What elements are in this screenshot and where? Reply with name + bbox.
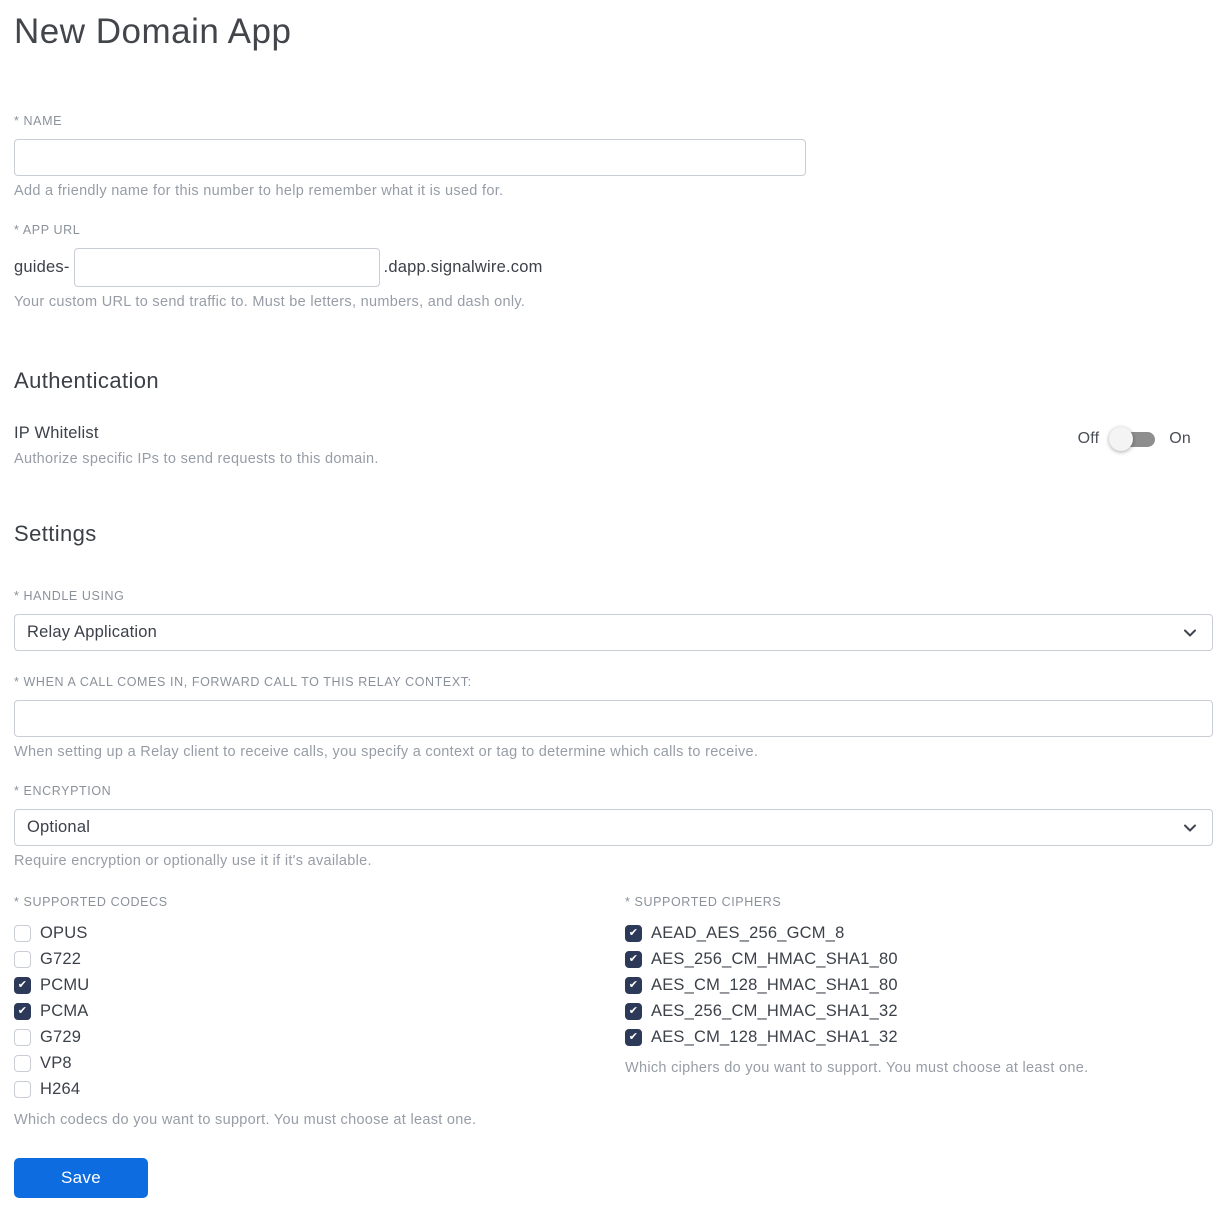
- checkbox-unchecked-icon[interactable]: [14, 1028, 31, 1046]
- app-url-label: * APP URL: [14, 223, 81, 237]
- toggle-on-label: On: [1169, 430, 1191, 447]
- codecs-help-text: Which codecs do you want to support. You…: [14, 1112, 477, 1128]
- ip-whitelist-description: Authorize specific IPs to send requests …: [14, 451, 379, 467]
- encryption-label: * ENCRYPTION: [14, 784, 112, 798]
- new-domain-app-form: New Domain App * NAME Add a friendly nam…: [0, 0, 1230, 1218]
- handle-using-selected-value: Relay Application: [27, 623, 157, 641]
- checkbox-unchecked-icon[interactable]: [14, 950, 31, 968]
- checkbox-option-g722[interactable]: G722: [14, 946, 625, 972]
- ciphers-checkbox-list: ✔ AEAD_AES_256_GCM_8 ✔ AES_256_CM_HMAC_SHA1…: [625, 920, 1213, 1050]
- checkbox-option-g729[interactable]: G729: [14, 1024, 625, 1050]
- checkbox-option-aes_cm_128_hmac_sha1_32[interactable]: ✔ AES_CM_128_HMAC_SHA1_32: [625, 1024, 1213, 1050]
- checkbox-checked-icon[interactable]: ✔: [625, 976, 642, 994]
- name-field-group: * NAME Add a friendly name for this numb…: [14, 114, 1213, 199]
- app-url-suffix: .dapp.signalwire.com: [383, 258, 543, 276]
- relay-context-field-group: * WHEN A CALL COMES IN, FORWARD CALL TO …: [14, 675, 1213, 760]
- relay-context-label: * WHEN A CALL COMES IN, FORWARD CALL TO …: [14, 675, 472, 689]
- checkbox-unchecked-icon[interactable]: [14, 1054, 31, 1072]
- encryption-selected-value: Optional: [27, 818, 91, 836]
- chevron-down-icon: [1184, 824, 1196, 831]
- supported-codecs-group: * SUPPORTED CODECS OPUS G722 ✔ PCMU ✔ PCMA G72…: [14, 895, 625, 1128]
- checkbox-checked-icon[interactable]: ✔: [14, 976, 31, 994]
- checkbox-option-h264[interactable]: H264: [14, 1076, 625, 1102]
- codecs-checkbox-list: OPUS G722 ✔ PCMU ✔ PCMA G729 VP8 H264: [14, 920, 625, 1102]
- checkbox-checked-icon[interactable]: ✔: [625, 924, 642, 942]
- checkbox-option-aes_256_cm_hmac_sha1_32[interactable]: ✔ AES_256_CM_HMAC_SHA1_32: [625, 998, 1213, 1024]
- checkbox-label: OPUS: [40, 923, 88, 942]
- checkbox-option-vp8[interactable]: VP8: [14, 1050, 625, 1076]
- name-label: * NAME: [14, 114, 63, 128]
- settings-section: Settings * HANDLE USING Relay Applicatio…: [14, 521, 1213, 1198]
- checkbox-option-aes_256_cm_hmac_sha1_80[interactable]: ✔ AES_256_CM_HMAC_SHA1_80: [625, 946, 1213, 972]
- checkbox-checked-icon[interactable]: ✔: [625, 950, 642, 968]
- checkbox-label: AES_256_CM_HMAC_SHA1_32: [651, 1001, 898, 1020]
- app-url-input[interactable]: [73, 248, 380, 287]
- name-help-text: Add a friendly name for this number to h…: [14, 183, 504, 199]
- app-url-field-group: * APP URL guides- .dapp.signalwire.com Y…: [14, 223, 1213, 310]
- checkbox-label: G729: [40, 1027, 82, 1046]
- ip-whitelist-toggle[interactable]: [1109, 426, 1156, 451]
- checkbox-label: PCMU: [40, 975, 90, 994]
- encryption-select[interactable]: Optional: [14, 809, 1213, 846]
- ip-whitelist-row: IP Whitelist Authorize specific IPs to s…: [14, 424, 1213, 467]
- checkbox-unchecked-icon[interactable]: [14, 1080, 31, 1098]
- supported-ciphers-group: * SUPPORTED CIPHERS ✔ AEAD_AES_256_GCM_8 ✔…: [625, 895, 1213, 1128]
- checkbox-checked-icon[interactable]: ✔: [14, 1002, 31, 1020]
- handle-using-label: * HANDLE USING: [14, 589, 125, 603]
- checkbox-unchecked-icon[interactable]: [14, 924, 31, 942]
- checkbox-label: AEAD_AES_256_GCM_8: [651, 923, 845, 942]
- checkbox-option-aes_cm_128_hmac_sha1_80[interactable]: ✔ AES_CM_128_HMAC_SHA1_80: [625, 972, 1213, 998]
- checkbox-option-pcma[interactable]: ✔ PCMA: [14, 998, 625, 1024]
- checkbox-label: VP8: [40, 1053, 72, 1072]
- codecs-ciphers-columns: * SUPPORTED CODECS OPUS G722 ✔ PCMU ✔ PCMA G72…: [14, 895, 1213, 1128]
- checkbox-option-aead_aes_256_gcm_8[interactable]: ✔ AEAD_AES_256_GCM_8: [625, 920, 1213, 946]
- checkbox-option-pcmu[interactable]: ✔ PCMU: [14, 972, 625, 998]
- ip-whitelist-toggle-group: Off On: [1077, 426, 1213, 451]
- page-title: New Domain App: [14, 12, 292, 51]
- handle-using-field-group: * HANDLE USING Relay Application: [14, 589, 1213, 651]
- chevron-down-icon: [1184, 629, 1196, 636]
- supported-codecs-label: * SUPPORTED CODECS: [14, 895, 168, 909]
- handle-using-select[interactable]: Relay Application: [14, 614, 1213, 651]
- encryption-help-text: Require encryption or optionally use it …: [14, 853, 372, 869]
- save-button[interactable]: Save: [14, 1158, 148, 1198]
- authentication-section: Authentication IP Whitelist Authorize sp…: [14, 368, 1213, 467]
- checkbox-label: AES_256_CM_HMAC_SHA1_80: [651, 949, 898, 968]
- toggle-off-label: Off: [1077, 430, 1100, 447]
- checkbox-label: AES_CM_128_HMAC_SHA1_80: [651, 975, 898, 994]
- name-input[interactable]: [14, 139, 806, 176]
- app-url-prefix: guides-: [14, 258, 70, 276]
- ip-whitelist-text: IP Whitelist Authorize specific IPs to s…: [14, 424, 379, 467]
- supported-ciphers-label: * SUPPORTED CIPHERS: [625, 895, 782, 909]
- settings-heading: Settings: [14, 521, 97, 546]
- checkbox-label: G722: [40, 949, 82, 968]
- ciphers-help-text: Which ciphers do you want to support. Yo…: [625, 1060, 1089, 1076]
- relay-context-help-text: When setting up a Relay client to receiv…: [14, 744, 759, 760]
- app-url-help-text: Your custom URL to send traffic to. Must…: [14, 294, 526, 310]
- checkbox-label: H264: [40, 1079, 81, 1098]
- relay-context-input[interactable]: [14, 700, 1213, 737]
- checkbox-option-opus[interactable]: OPUS: [14, 920, 625, 946]
- toggle-knob-icon: [1109, 426, 1134, 451]
- encryption-field-group: * ENCRYPTION Optional Require encryption…: [14, 784, 1213, 869]
- checkbox-checked-icon[interactable]: ✔: [625, 1028, 642, 1046]
- authentication-heading: Authentication: [14, 368, 160, 393]
- checkbox-label: AES_CM_128_HMAC_SHA1_32: [651, 1027, 898, 1046]
- checkbox-label: PCMA: [40, 1001, 89, 1020]
- checkbox-checked-icon[interactable]: ✔: [625, 1002, 642, 1020]
- app-url-row: guides- .dapp.signalwire.com: [14, 248, 1213, 287]
- ip-whitelist-label: IP Whitelist: [14, 424, 99, 442]
